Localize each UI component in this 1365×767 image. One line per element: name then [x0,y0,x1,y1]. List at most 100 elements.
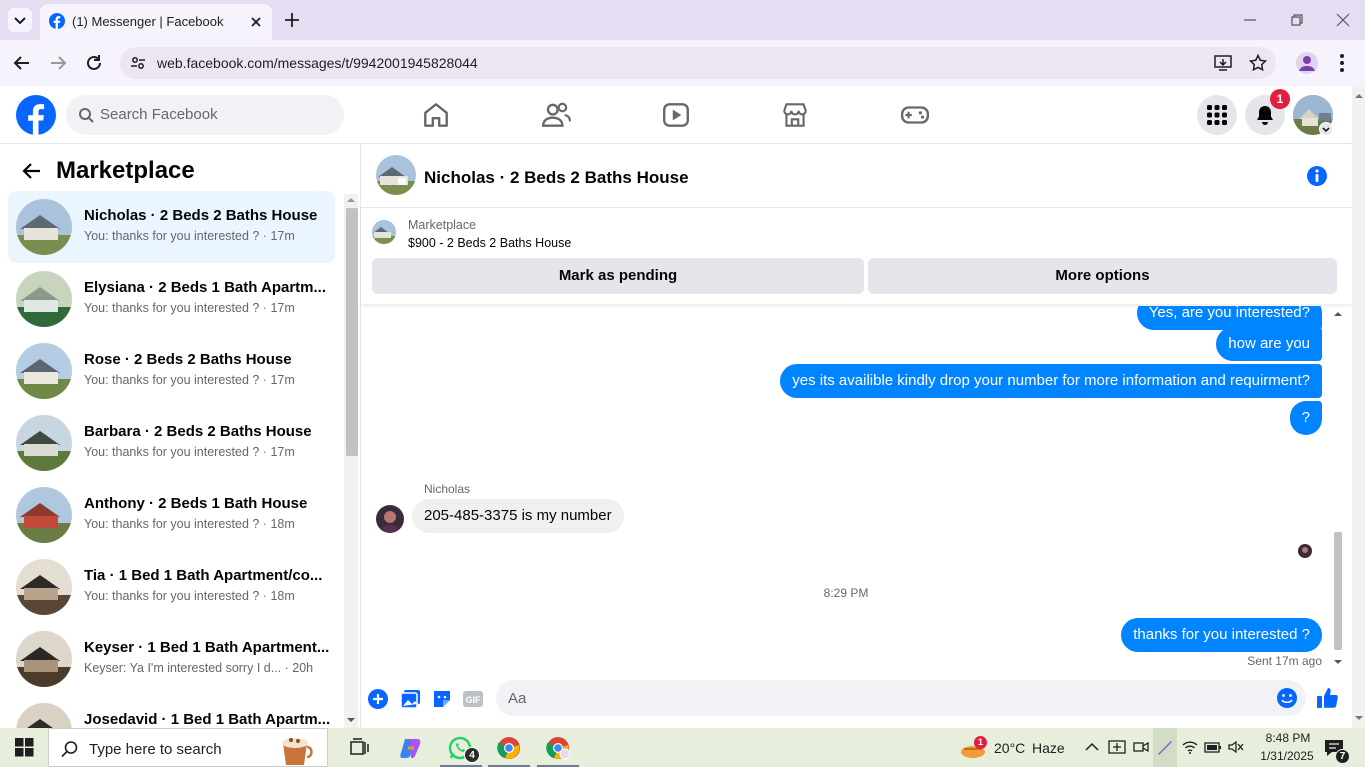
messages-scrollbar[interactable] [1331,308,1345,668]
conversation-item[interactable]: Anthony · 2 Beds 1 Bath House You: thanks… [8,479,335,551]
chevron-down-icon [1322,127,1330,133]
url-omnibox[interactable]: web.facebook.com/messages/t/994200194582… [120,47,1276,79]
conversation-item[interactable]: Tia · 1 Bed 1 Bath Apartment/co... You: t… [8,551,335,623]
conversation-item[interactable]: Josedavid · 1 Bed 1 Bath Apartm... [8,695,335,728]
browser-tab-messenger[interactable]: (1) Messenger | Facebook [40,4,272,40]
listing-thumbnail[interactable] [372,220,396,244]
tray-app-icon[interactable] [1108,739,1126,755]
back-arrow-icon[interactable] [12,53,32,73]
listing-source: Marketplace [408,218,477,232]
listing-photo-icon [16,199,72,255]
clock-time[interactable]: 8:48 PM [1259,731,1317,745]
sender-photo-icon [376,505,404,533]
video-icon[interactable] [661,100,691,130]
menu-button[interactable] [1197,95,1237,135]
install-app-icon[interactable] [1214,54,1232,72]
emoji-icon[interactable] [1276,687,1298,709]
conversation-item[interactable]: Elysiana · 2 Beds 1 Bath Apartm... You: t… [8,263,335,335]
attach-photo-icon[interactable] [400,688,422,710]
scroll-down-icon[interactable] [1355,716,1363,722]
show-hidden-icons-chevron-icon[interactable] [1085,741,1099,753]
page-scrollbar[interactable] [1352,86,1365,728]
chrome-icon [497,737,520,759]
sender-avatar[interactable] [376,505,404,533]
browser-address-bar: web.facebook.com/messages/t/994200194582… [0,40,1365,86]
minimize-icon[interactable] [1242,12,1258,28]
back-arrow-icon[interactable] [22,162,42,180]
taskbar-chrome-2[interactable] [537,728,579,767]
conversation-item[interactable]: Keyser · 1 Bed 1 Bath Apartment... Keyser… [8,623,335,695]
house-photo-icon [376,155,416,195]
windows-start-icon[interactable] [15,738,34,757]
like-thumbs-up-icon[interactable] [1315,686,1339,710]
conversation-preview: You: thanks for you interested ? · 17m [84,445,295,459]
task-view-icon[interactable] [350,738,370,758]
copilot-icon[interactable] [399,736,423,760]
scrollbar-thumb[interactable] [346,208,358,456]
scroll-down-icon[interactable] [1334,658,1342,666]
taskbar-chrome-1[interactable] [488,728,530,767]
weather-description[interactable]: Haze [1032,740,1065,756]
close-tab-icon[interactable] [248,14,264,30]
weather-temperature[interactable]: 20°C [994,740,1025,756]
conversation-item[interactable]: Barbara · 2 Beds 2 Baths House You: thank… [8,407,335,479]
chat-title[interactable]: Nicholas · 2 Beds 2 Baths House [424,168,689,188]
home-icon[interactable] [421,100,451,130]
conversation-list-scrollbar[interactable] [344,194,358,728]
conversation-item[interactable]: Nicholas · 2 Beds 2 Baths House You: than… [8,191,335,263]
facebook-search-input[interactable]: Search Facebook [66,95,344,135]
scrollbar-thumb[interactable] [1334,532,1342,650]
gaming-icon[interactable] [900,100,930,130]
taskbar-search-placeholder: Type here to search [89,741,222,758]
close-window-icon[interactable] [1335,12,1351,28]
more-options-button[interactable]: More options [868,258,1337,294]
conversation-name: Tia · 1 Bed 1 Bath Apartment/co... [84,567,323,584]
conversation-thumbnail [16,343,72,399]
site-settings-icon[interactable] [130,55,146,71]
conversation-preview: You: thanks for you interested ? · 18m [84,589,295,603]
gif-icon[interactable]: GIF [462,688,484,710]
scroll-up-icon[interactable] [346,196,356,204]
friends-icon[interactable] [541,100,571,130]
bookmark-star-icon[interactable] [1249,54,1267,72]
sticker-icon[interactable] [431,688,453,710]
read-receipt-avatar [1298,544,1312,558]
wifi-icon[interactable] [1182,740,1198,754]
listing-photo-icon [16,343,72,399]
taskbar-whatsapp[interactable]: 4 [440,728,482,767]
message-bubble-outgoing: ? [1289,401,1322,435]
message-input[interactable]: Aa [496,680,1306,716]
new-tab-icon[interactable] [283,11,301,29]
chat-avatar[interactable] [376,155,416,195]
browser-profile-avatar[interactable] [1296,52,1318,74]
tab-search-dropdown-button[interactable] [8,8,32,32]
conversation-info-icon[interactable] [1306,165,1328,187]
mark-as-pending-button[interactable]: Mark as pending [372,258,864,294]
scroll-up-icon[interactable] [1355,92,1363,98]
tray-pen-area[interactable] [1153,728,1177,767]
conversation-preview: You: thanks for you interested ? · 17m [84,229,295,243]
account-dropdown[interactable] [1319,122,1333,136]
marketplace-icon[interactable] [780,100,810,130]
scroll-up-icon[interactable] [1334,310,1342,318]
read-receipt-icon [1298,544,1312,558]
browser-menu-icon[interactable] [1338,53,1346,73]
battery-icon[interactable] [1204,740,1222,754]
plus-circle-icon[interactable] [367,688,389,710]
listing-photo-icon [16,415,72,471]
scroll-down-icon[interactable] [346,716,356,724]
conversation-item[interactable]: Rose · 2 Beds 2 Baths House You: thanks f… [8,335,335,407]
restore-icon[interactable] [1289,12,1305,28]
taskbar-search-box[interactable]: Type here to search [48,728,328,767]
forward-arrow-icon[interactable] [48,53,68,73]
clock-date[interactable]: 1/31/2025 [1255,749,1319,763]
search-highlight-drink-icon [282,738,313,765]
reload-icon[interactable] [84,53,104,73]
conversation-thumbnail [16,631,72,687]
listing-price[interactable]: $900 - 2 Beds 2 Baths House [408,236,571,250]
marketplace-listing-bar: Marketplace $900 - 2 Beds 2 Baths House … [361,208,1352,304]
facebook-logo-icon[interactable] [16,95,56,135]
volume-muted-icon[interactable] [1228,740,1244,754]
sent-status: Sent 17m ago [1247,654,1322,668]
meet-now-icon[interactable] [1133,739,1149,755]
